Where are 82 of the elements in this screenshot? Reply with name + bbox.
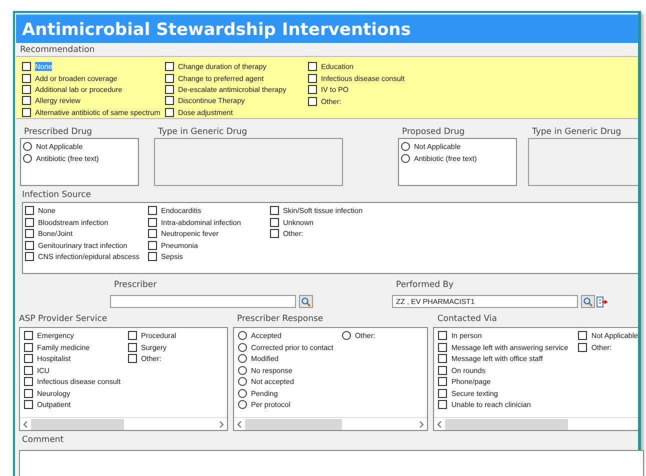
scroll-thumb[interactable] <box>31 418 124 430</box>
checkbox[interactable] <box>22 62 31 72</box>
checkbox[interactable] <box>25 206 34 216</box>
section-label: Prescriber <box>113 279 158 292</box>
section-label: Prescriber Response <box>236 313 324 326</box>
checkbox[interactable] <box>24 377 33 386</box>
checkbox[interactable] <box>24 400 33 410</box>
checkbox[interactable] <box>438 388 448 398</box>
section-label: Infection Source <box>21 189 92 202</box>
clear-user-icon[interactable] <box>596 296 608 308</box>
scroll-thumb[interactable] <box>245 418 342 430</box>
checkbox[interactable] <box>438 377 448 386</box>
checkbox[interactable] <box>148 252 157 262</box>
checkbox[interactable] <box>270 206 279 216</box>
radio-button[interactable] <box>23 142 32 152</box>
checkbox[interactable] <box>438 400 448 410</box>
checkbox[interactable] <box>25 252 34 262</box>
checkbox[interactable] <box>128 354 137 364</box>
window-title: Antimicrobial Stewardship Interventions <box>16 14 638 43</box>
checkbox[interactable] <box>438 366 448 375</box>
section-label: Prescribed Drug <box>23 126 94 138</box>
section-label: Proposed Drug <box>401 126 466 138</box>
checkbox[interactable] <box>22 74 31 83</box>
prescriber-field[interactable] <box>110 295 296 308</box>
checkbox[interactable] <box>165 108 174 117</box>
checkbox[interactable] <box>578 342 588 352</box>
radio-button[interactable] <box>238 388 247 398</box>
checkbox[interactable] <box>128 331 137 340</box>
search-button[interactable] <box>299 295 313 308</box>
checkbox[interactable] <box>128 342 137 352</box>
section-label: Performed By <box>395 279 455 292</box>
checkbox[interactable] <box>148 229 157 238</box>
checkbox[interactable] <box>438 331 448 340</box>
checkbox[interactable] <box>25 240 34 250</box>
radio-button[interactable] <box>401 154 410 163</box>
checkbox[interactable] <box>308 74 317 83</box>
checkbox[interactable] <box>165 85 174 94</box>
checkbox[interactable] <box>25 229 34 238</box>
checkbox[interactable] <box>24 342 33 352</box>
checkbox[interactable] <box>148 218 157 227</box>
radio-button[interactable] <box>238 366 247 375</box>
radio-button[interactable] <box>238 377 247 386</box>
checkbox[interactable] <box>308 96 317 106</box>
radio-button[interactable] <box>238 354 247 364</box>
horizontal-scrollbar[interactable] <box>20 417 227 430</box>
section-label: Type in Generic Drug <box>531 126 622 138</box>
checkbox[interactable] <box>165 62 174 72</box>
checkbox[interactable] <box>438 354 448 364</box>
checkbox[interactable] <box>438 342 448 352</box>
section-label: Recommendation <box>19 44 96 56</box>
checkbox[interactable] <box>165 96 174 106</box>
checkbox[interactable] <box>270 218 279 227</box>
radio-button[interactable] <box>401 142 410 152</box>
section-label: Type in Generic Drug <box>157 126 248 138</box>
checkbox[interactable] <box>148 206 157 216</box>
horizontal-scrollbar[interactable] <box>234 417 428 430</box>
checkbox[interactable] <box>22 96 31 106</box>
radio-button[interactable] <box>342 331 351 340</box>
checkbox[interactable] <box>148 240 157 250</box>
radio-button[interactable] <box>23 154 32 163</box>
checkbox[interactable] <box>22 108 31 117</box>
horizontal-scrollbar[interactable] <box>434 417 638 430</box>
radio-button[interactable] <box>238 400 247 410</box>
checkbox[interactable] <box>308 62 317 72</box>
checkbox[interactable] <box>24 331 33 340</box>
section-label: Comment <box>21 434 65 447</box>
checkbox[interactable] <box>308 85 317 94</box>
scroll-thumb[interactable] <box>445 418 568 430</box>
checkbox[interactable] <box>24 366 33 375</box>
radio-button[interactable] <box>238 342 247 352</box>
checkbox[interactable] <box>24 354 33 364</box>
section-label: Contacted Via <box>436 313 498 326</box>
section-label: ASP Provider Service <box>18 313 108 326</box>
checkbox[interactable] <box>24 388 33 398</box>
search-button[interactable] <box>581 295 595 308</box>
checkbox[interactable] <box>165 74 174 83</box>
comment-field[interactable] <box>19 450 644 476</box>
checkbox[interactable] <box>22 85 31 94</box>
checkbox[interactable] <box>578 331 588 340</box>
checkbox[interactable] <box>25 218 34 227</box>
checkbox[interactable] <box>270 229 279 238</box>
radio-button[interactable] <box>238 331 247 340</box>
